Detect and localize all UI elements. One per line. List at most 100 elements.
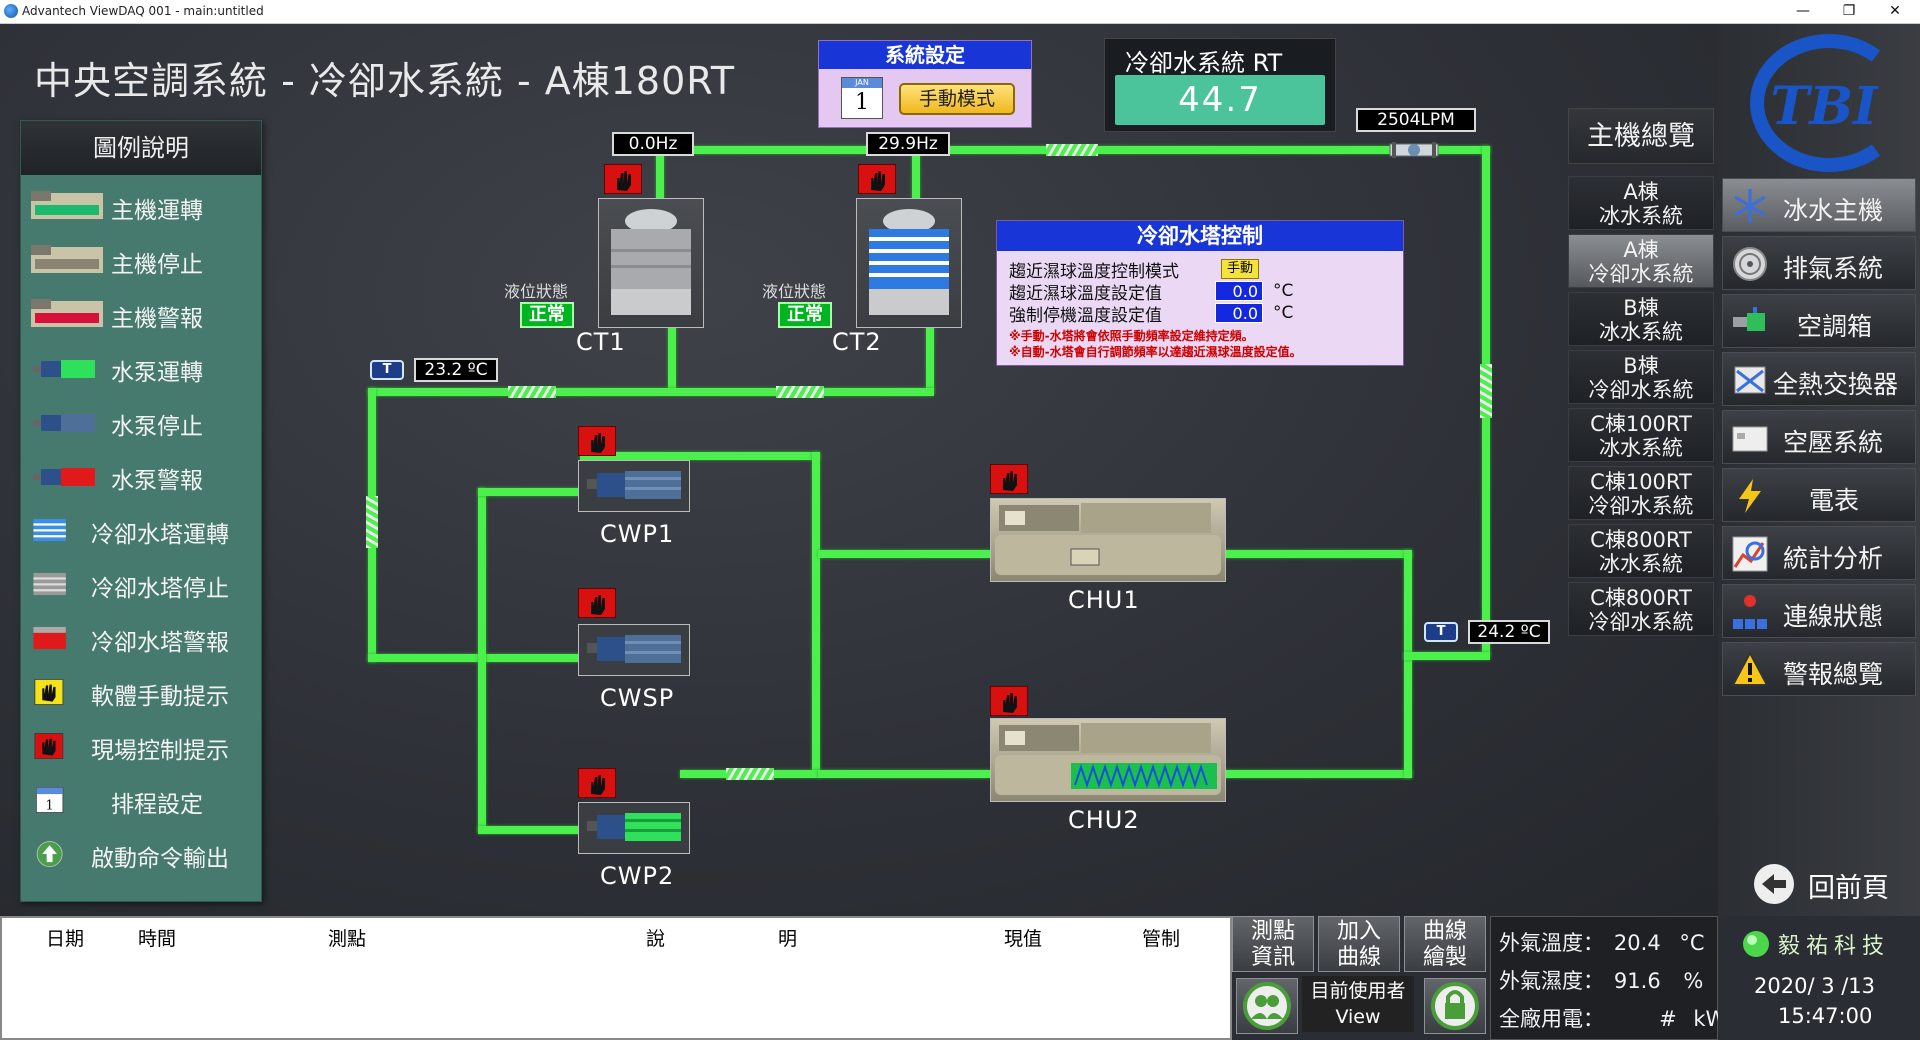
nav-c800-cooling-water[interactable]: C棟800RT 冷卻水系統 — [1568, 582, 1714, 636]
maximize-button[interactable]: ❐ — [1826, 0, 1872, 24]
nav-item-line1: C棟800RT — [1590, 528, 1692, 552]
outdoor-temp-row: 外氣溫度： 20.4 °C — [1499, 927, 1705, 957]
nav-b-cooling-water[interactable]: B棟 冷卻水系統 — [1568, 350, 1714, 404]
nav-alarm-overview[interactable]: 警報總覽 — [1722, 642, 1916, 696]
nav-item-line1: C棟100RT — [1590, 470, 1692, 494]
nav-ahu[interactable]: 空調箱 — [1722, 294, 1916, 348]
cooling-tower-ct2[interactable] — [856, 198, 962, 328]
heat-exchanger-icon — [1734, 366, 1766, 394]
pipe-to-cwp1 — [478, 488, 586, 496]
nav-meter[interactable]: 電表 — [1722, 468, 1916, 522]
network-icon — [1733, 595, 1767, 629]
pump-cwp2[interactable] — [578, 802, 690, 854]
close-button[interactable]: ✕ — [1872, 0, 1918, 24]
system-setting-title: 系統設定 — [819, 41, 1031, 69]
nav-item-line1: A棟 — [1623, 180, 1659, 204]
nav-erv[interactable]: 全熱交換器 — [1722, 352, 1916, 406]
legend-item-start-output: 啟動命令輸出 — [21, 829, 263, 879]
col-desc-1: 說 — [646, 928, 666, 950]
red-hand-icon — [34, 733, 64, 759]
warning-icon — [1731, 651, 1769, 686]
nav-c800-chilled-water[interactable]: C棟800RT 冰水系統 — [1568, 524, 1714, 578]
supply-temp-readout: 24.2 ºC — [1468, 620, 1550, 644]
nav-air-compressor[interactable]: 空壓系統 — [1722, 410, 1916, 464]
ct2-frequency-readout: 29.9Hz — [866, 132, 950, 156]
brand-globe-icon — [1743, 931, 1769, 957]
total-power-value: # — [1659, 1007, 1677, 1031]
compressor-icon — [1732, 426, 1768, 452]
nav-exhaust[interactable]: 排氣系統 — [1722, 236, 1916, 290]
chu1-field-control-icon[interactable] — [990, 464, 1028, 494]
lock-icon — [1431, 982, 1479, 1030]
wetbulb-mode-toggle[interactable]: 手動 — [1221, 259, 1259, 279]
btn-line1: 曲線 — [1422, 919, 1467, 944]
return-temp-readout: 23.2 ºC — [414, 358, 498, 382]
cwsp-label: CWSP — [600, 684, 675, 712]
window-titlebar: Advantech ViewDAQ 001 - main:untitled — … — [0, 0, 1920, 24]
pipe-to-riser — [1404, 652, 1490, 660]
col-point: 測點 — [328, 928, 367, 950]
legend-item-label: 主機警報 — [111, 306, 203, 332]
nav-item-line1: A棟 — [1623, 238, 1659, 262]
legend-item-pump-stop: 水泵停止 — [21, 397, 263, 447]
forced-stop-input[interactable]: 0.0 — [1215, 303, 1263, 323]
nav-statistics[interactable]: 統計分析 — [1722, 526, 1916, 580]
add-curve-button[interactable]: 加入 曲線 — [1318, 916, 1400, 972]
nav-label: 冰水主機 — [1783, 196, 1884, 225]
chiller-running-icon — [995, 723, 1221, 795]
nav-item-line1: C棟800RT — [1590, 586, 1692, 610]
manual-mode-button[interactable]: 手動模式 — [899, 83, 1015, 115]
back-button[interactable]: 回前頁 — [1752, 860, 1912, 908]
pipe-to-chu1 — [818, 550, 990, 558]
event-log-table[interactable]: 日期 時間 測點 說 明 現值 管制 — [0, 916, 1232, 1040]
cwsp-field-control-icon[interactable] — [578, 588, 616, 618]
lock-button[interactable] — [1424, 978, 1486, 1034]
legend-item-software-manual: 軟體手動提示 — [21, 667, 263, 717]
point-info-button[interactable]: 測點 資訊 — [1232, 916, 1314, 972]
chiller-chu1[interactable] — [990, 498, 1226, 582]
chiller-chu2[interactable] — [990, 718, 1226, 802]
col-date: 日期 — [46, 928, 85, 950]
minimize-button[interactable]: — — [1780, 0, 1826, 24]
col-value: 現值 — [1004, 928, 1043, 950]
clock-panel: 毅祐科技 2020/ 3 /13 15:47:00 — [1718, 916, 1920, 1040]
schedule-calendar-icon[interactable]: JAN 1 — [841, 77, 883, 119]
nav-chiller[interactable]: 冰水主機 — [1722, 178, 1916, 232]
pump-cwsp[interactable] — [578, 624, 690, 676]
forced-stop-label: 強制停機溫度設定值 — [1009, 306, 1162, 326]
cooling-tower-ct1[interactable] — [598, 198, 704, 328]
nav-a-chilled-water[interactable]: A棟 冰水系統 — [1568, 176, 1714, 230]
btn-line2: 曲線 — [1336, 945, 1381, 970]
cwp2-field-control-icon[interactable] — [578, 768, 616, 798]
ct1-field-control-icon[interactable] — [604, 164, 642, 194]
cwp1-field-control-icon[interactable] — [578, 426, 616, 456]
temp-sensor-icon: T — [1424, 622, 1458, 642]
pump-running-icon — [587, 813, 681, 841]
legend-item-chiller-run: 主機運轉 — [21, 181, 263, 231]
nav-c100-chilled-water[interactable]: C棟100RT 冰水系統 — [1568, 408, 1714, 462]
ct2-field-control-icon[interactable] — [858, 164, 896, 194]
temp-sensor-icon: T — [370, 360, 404, 380]
nav-c100-cooling-water[interactable]: C棟100RT 冷卻水系統 — [1568, 466, 1714, 520]
draw-curve-button[interactable]: 曲線 繪製 — [1404, 916, 1486, 972]
chu1-label: CHU1 — [1068, 586, 1140, 614]
auto-mode-note: ※自動-水塔會自行調節頻率以達趨近濕球溫度設定值。 — [1009, 345, 1302, 359]
user-switch-button[interactable] — [1236, 978, 1298, 1034]
legend-item-label: 軟體手動提示 — [91, 684, 229, 710]
pump-cwp1[interactable] — [578, 460, 690, 512]
pump-run-icon — [33, 360, 95, 378]
nav-a-cooling-water[interactable]: A棟 冷卻水系統 — [1568, 234, 1714, 288]
wetbulb-setpoint-input[interactable]: 0.0 — [1215, 281, 1263, 301]
manual-mode-note: ※手動-水塔將會依照手動頻率設定維持定頻。 — [1009, 329, 1254, 343]
nav-b-chilled-water[interactable]: B棟 冰水系統 — [1568, 292, 1714, 346]
flow-meter-icon — [1389, 142, 1439, 158]
current-date: 2020/ 3 /13 — [1754, 974, 1876, 998]
current-user-name: View — [1335, 1006, 1381, 1028]
total-power-label: 全廠用電： — [1499, 1007, 1604, 1031]
pipe-ct1-out — [668, 326, 676, 392]
nav-connection[interactable]: 連線狀態 — [1722, 584, 1916, 638]
legend-item-label: 排程設定 — [111, 792, 203, 818]
company-logo: TBI — [1750, 34, 1881, 172]
chu2-field-control-icon[interactable] — [990, 686, 1028, 716]
ct1-frequency-readout: 0.0Hz — [612, 132, 694, 156]
